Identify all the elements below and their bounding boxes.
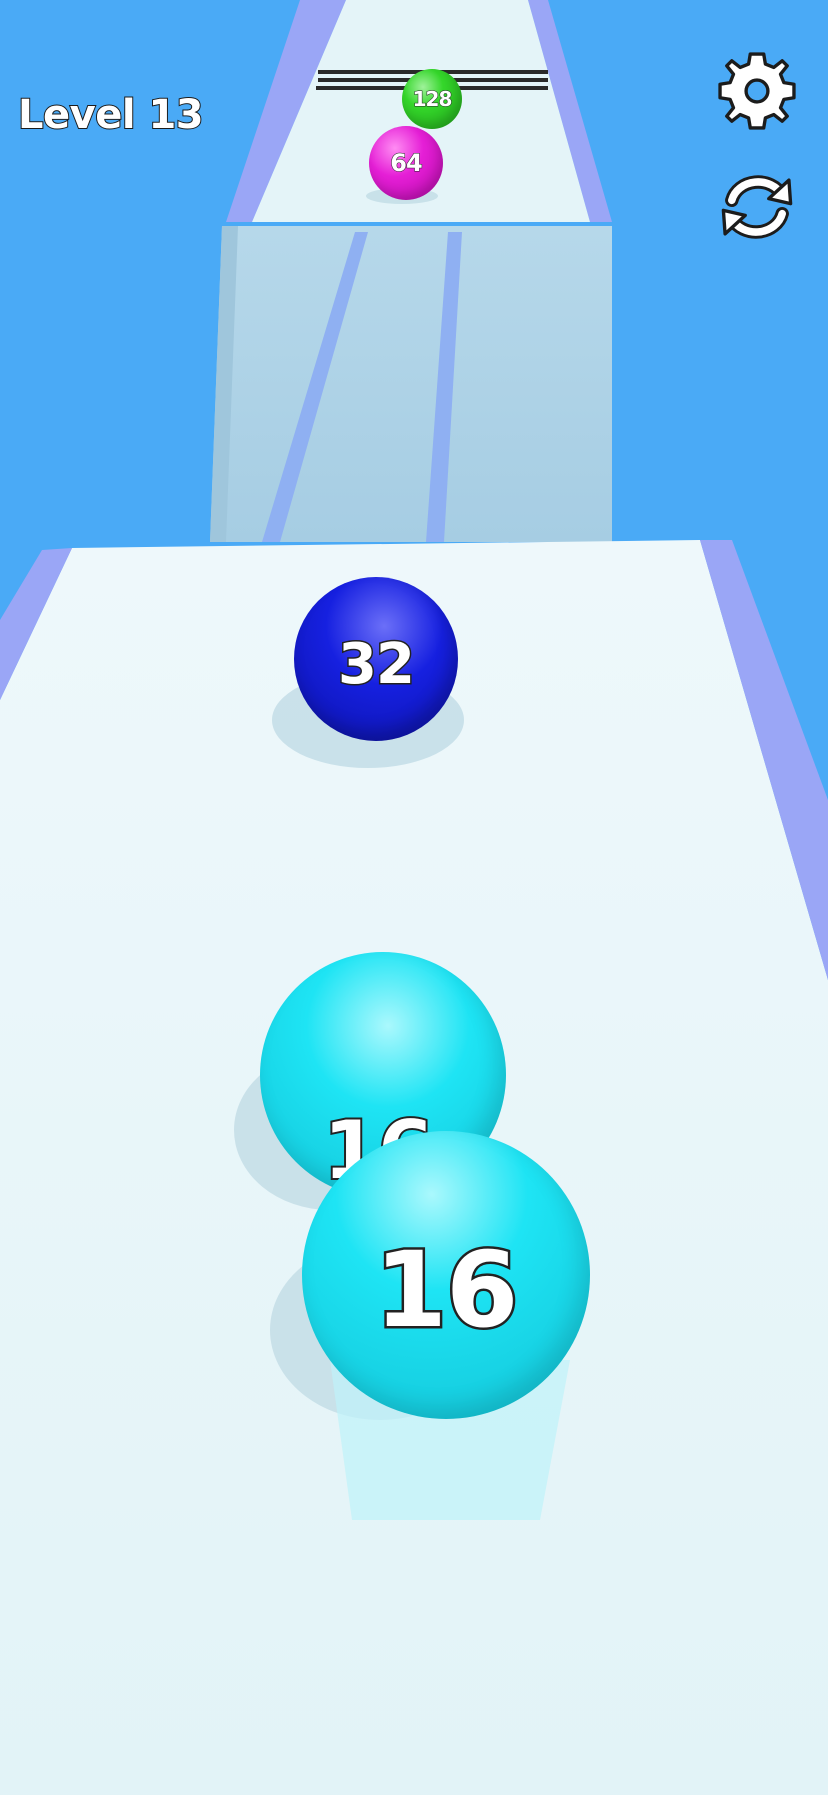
settings-button[interactable] — [712, 46, 802, 136]
ball-16-front-label: 16 — [372, 1227, 521, 1354]
restart-button[interactable] — [712, 162, 802, 252]
track-background — [0, 0, 828, 1795]
ball-32-label: 32 — [337, 630, 417, 698]
ball-64: 64 — [369, 126, 443, 200]
ball-64-label: 64 — [390, 149, 423, 178]
ball-128: 128 — [402, 69, 462, 129]
gear-icon — [718, 52, 796, 130]
restart-icon — [721, 175, 793, 239]
level-label: Level 13 — [17, 91, 205, 139]
ball-32: 32 — [294, 577, 458, 741]
ball-128-label: 128 — [412, 87, 453, 112]
game-scene[interactable]: Level 13 128 64 32 16 — [0, 0, 828, 1795]
ball-16-front: 16 — [302, 1131, 590, 1419]
